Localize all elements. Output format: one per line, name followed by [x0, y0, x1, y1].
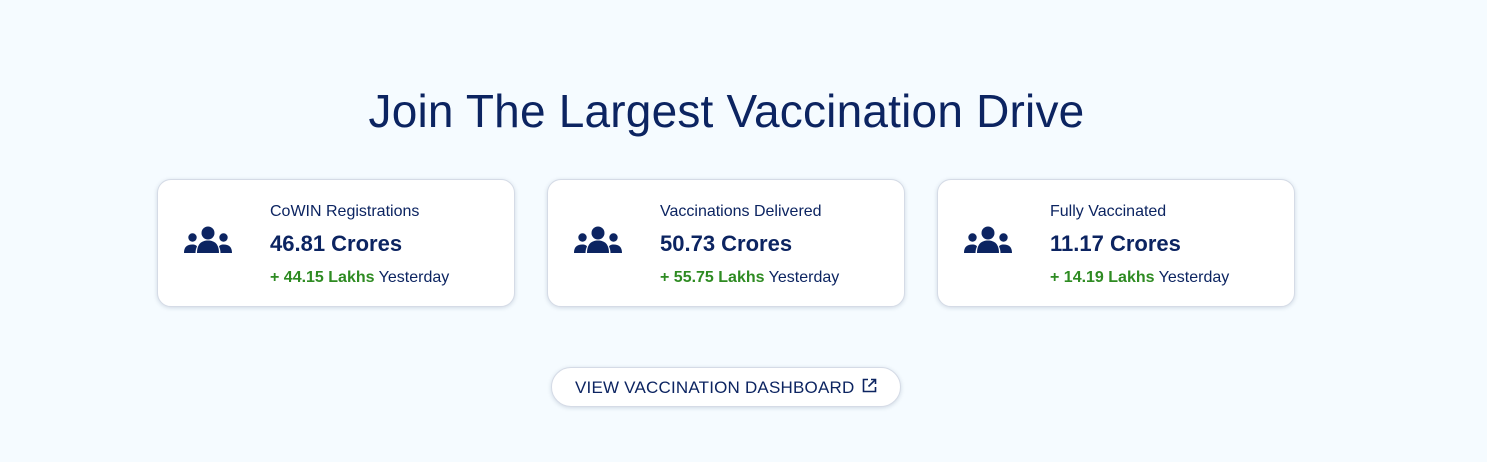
- stat-delta-suffix: Yesterday: [1158, 269, 1230, 286]
- stat-card-fully-vaccinated: Fully Vaccinated 11.17 Crores + 14.19 La…: [937, 179, 1295, 307]
- stat-card-registrations: CoWIN Registrations 46.81 Crores + 44.15…: [157, 179, 515, 307]
- stat-label: Fully Vaccinated: [1050, 203, 1167, 220]
- people-group-icon: [574, 226, 622, 253]
- stat-label: Vaccinations Delivered: [660, 203, 822, 220]
- stat-value: 46.81 Crores: [270, 231, 403, 256]
- stat-label: CoWIN Registrations: [270, 203, 420, 220]
- stat-delta-value: + 44.15 Lakhs: [270, 269, 375, 286]
- stat-delta: + 55.75 Lakhs Yesterday: [660, 269, 839, 287]
- page-title: Join The Largest Vaccination Drive: [368, 84, 1085, 137]
- view-vaccination-dashboard-button[interactable]: VIEW VACCINATION DASHBOARD: [551, 367, 901, 407]
- stat-delta-value: + 14.19 Lakhs: [1050, 269, 1155, 286]
- stat-card-vaccinations-delivered: Vaccinations Delivered 50.73 Crores + 55…: [547, 179, 905, 307]
- people-group-icon: [184, 226, 232, 253]
- people-group-icon: [964, 226, 1012, 253]
- stat-delta: + 14.19 Lakhs Yesterday: [1050, 269, 1229, 287]
- dashboard-button-label: VIEW VACCINATION DASHBOARD: [575, 378, 855, 397]
- stat-delta: + 44.15 Lakhs Yesterday: [270, 269, 449, 287]
- stat-delta-value: + 55.75 Lakhs: [660, 269, 765, 286]
- stat-delta-suffix: Yesterday: [378, 269, 450, 286]
- stat-value: 50.73 Crores: [660, 231, 793, 256]
- stat-value: 11.17 Crores: [1050, 231, 1181, 256]
- external-link-icon: [862, 378, 877, 393]
- stat-delta-suffix: Yesterday: [768, 269, 840, 286]
